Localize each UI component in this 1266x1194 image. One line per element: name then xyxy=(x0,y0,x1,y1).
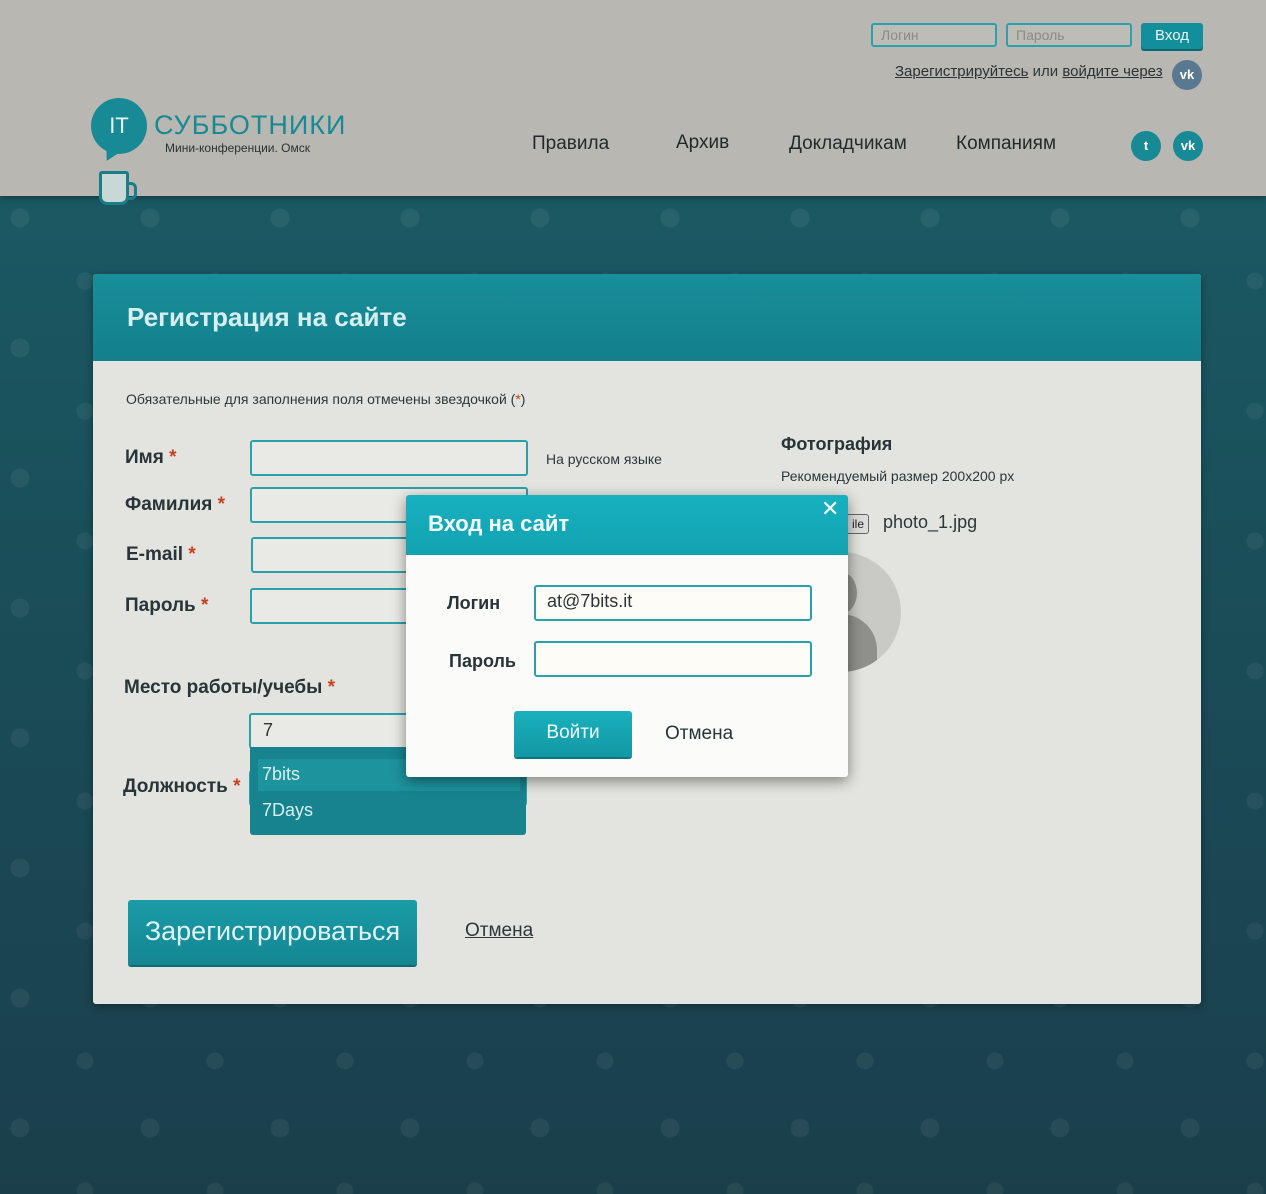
email-label: E-mail * xyxy=(126,544,196,565)
modal-login-button[interactable]: Войти xyxy=(514,711,632,757)
logo-title[interactable]: СУББОТНИКИ xyxy=(154,110,346,141)
nav-item-companies[interactable]: Компаниям xyxy=(956,133,1056,155)
cup-icon xyxy=(99,171,137,205)
register-link[interactable]: Зарегистрируйтесь xyxy=(895,63,1028,80)
header-login-button[interactable]: Вход xyxy=(1141,23,1203,49)
register-line: Зарегистрируйтесь или войдите через xyxy=(895,63,1163,80)
twitter-icon[interactable]: t xyxy=(1131,131,1161,161)
modal-header: Вход на сайт ✕ xyxy=(406,495,848,555)
or-text: или xyxy=(1032,63,1059,80)
modal-password-field[interactable] xyxy=(534,641,812,677)
workplace-label: Место работы/учебы * xyxy=(124,677,336,698)
modal-title: Вход на сайт xyxy=(428,511,570,536)
suggestion-item[interactable]: 7Days xyxy=(258,795,520,827)
file-name: photo_1.jpg xyxy=(883,512,978,532)
password-label: Пароль * xyxy=(125,595,209,616)
site-header: Логин Пароль Вход Зарегистрируйтесь или … xyxy=(0,0,1266,205)
page-title: Регистрация на сайте xyxy=(127,302,407,332)
photo-title: Фотография xyxy=(781,434,893,454)
modal-password-label: Пароль xyxy=(449,651,516,671)
logo-it-icon[interactable]: IT xyxy=(91,98,147,154)
first-name-hint: На русском языке xyxy=(546,451,662,467)
required-fields-note: Обязательные для заполнения поля отмечен… xyxy=(126,391,526,407)
close-icon[interactable]: ✕ xyxy=(821,497,839,522)
vk-icon[interactable]: vk xyxy=(1173,131,1203,161)
modal-login-field[interactable]: at@7bits.it xyxy=(534,585,812,621)
modal-login-label: Логин xyxy=(447,593,501,613)
nav-item-speakers[interactable]: Докладчикам xyxy=(789,133,907,155)
position-label: Должность * xyxy=(123,776,241,797)
logo-subtitle: Мини-конференции. Омск xyxy=(165,141,311,155)
first-name-field[interactable] xyxy=(250,440,528,476)
header-password-input[interactable]: Пароль xyxy=(1006,23,1132,47)
photo-size-hint: Рекомендуемый размер 200x200 px xyxy=(781,468,1015,484)
card-header: Регистрация на сайте xyxy=(93,274,1201,361)
register-button[interactable]: Зарегистрироваться xyxy=(128,900,417,965)
vk-login-icon[interactable]: vk xyxy=(1172,60,1202,90)
nav-item-archive[interactable]: Архив xyxy=(676,132,729,154)
modal-cancel-button[interactable]: Отмена xyxy=(665,723,733,745)
login-modal: Вход на сайт ✕ Логин at@7bits.it Пароль … xyxy=(406,495,848,777)
social-login-link[interactable]: войдите через xyxy=(1062,63,1162,80)
cancel-link[interactable]: Отмена xyxy=(465,920,533,942)
header-login-input[interactable]: Логин xyxy=(871,23,997,47)
first-name-label: Имя * xyxy=(125,447,177,468)
nav-item-rules[interactable]: Правила xyxy=(532,133,609,155)
last-name-label: Фамилия * xyxy=(125,494,226,515)
